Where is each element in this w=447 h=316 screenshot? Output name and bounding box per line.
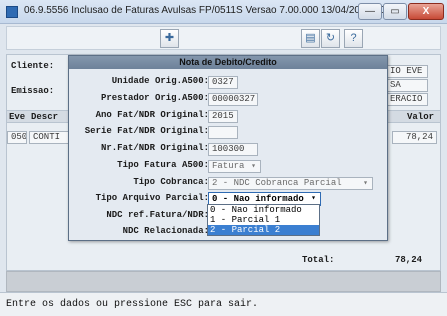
dropdown-option[interactable]: 0 - Nao informado [208, 205, 319, 215]
dialog-title: Nota de Debito/Credito [179, 57, 277, 67]
prestador-label: Prestador Orig.A500: [100, 93, 209, 103]
ano-field[interactable]: 2015 [208, 110, 238, 123]
ndc-rel-label: NDC Relacionada: [122, 226, 209, 236]
app-icon [6, 6, 18, 18]
emissao-label: Emissao: [11, 86, 55, 96]
right-field-eve: IO EVE [386, 65, 428, 78]
tipo-fatura-label: Tipo Fatura A500: [117, 160, 209, 170]
tipo-arquivo-value: 0 - Nao informado [212, 194, 304, 204]
cliente-label: Cliente: [11, 61, 55, 71]
new-icon[interactable]: ✚ [160, 29, 179, 48]
status-message: Entre os dados ou pressione ESC para sai… [6, 299, 259, 310]
ano-label: Ano Fat/NDR Original: [95, 110, 209, 120]
row-eve: 050 [7, 131, 27, 144]
tipo-cobranca-label: Tipo Cobranca: [133, 177, 209, 187]
total-value: 78,24 [395, 255, 423, 265]
col-eve: Eve [9, 112, 26, 122]
row-descr: CONTI [29, 131, 69, 144]
maximize-button[interactable]: ▭ [383, 3, 407, 20]
serie-label: Serie Fat/NDR Original: [84, 126, 209, 136]
total-label: Total: [302, 255, 335, 265]
ndc-ref-label: NDC ref.Fatura/NDR: [106, 210, 209, 220]
status-bar: Entre os dados ou pressione ESC para sai… [0, 292, 447, 316]
minimize-button[interactable]: — [358, 3, 382, 20]
tipo-fatura-value: Fatura [212, 161, 245, 171]
row-valor: 78,24 [392, 131, 437, 144]
tipo-cobranca-select[interactable]: 2 - NDC Cobranca Parcial ▾ [208, 177, 373, 190]
right-field-eracio: ERACIO [386, 93, 428, 106]
copy-icon[interactable]: ▤ [301, 29, 320, 48]
refresh-icon[interactable]: ↻ [321, 29, 340, 48]
serie-field[interactable] [208, 126, 238, 139]
col-valor: Valor [407, 112, 435, 122]
window-title: 06.9.5556 Inclusao de Faturas Avulsas FP… [24, 5, 406, 16]
chevron-down-icon: ▾ [251, 162, 256, 171]
nr-label: Nr.Fat/NDR Original: [100, 143, 209, 153]
right-field-sa: SA [386, 79, 428, 92]
close-button[interactable]: X [408, 3, 444, 20]
status-strip [6, 271, 441, 292]
tipo-arquivo-dropdown-list: 0 - Nao informado 1 - Parcial 1 2 - Parc… [207, 204, 320, 236]
toolbar: ✚ ▤ ↻ ? [6, 26, 441, 50]
unidade-label: Unidade Orig.A500: [111, 76, 209, 86]
chevron-down-icon: ▾ [363, 179, 368, 188]
dropdown-option[interactable]: 1 - Parcial 1 [208, 215, 319, 225]
window-titlebar: 06.9.5556 Inclusao de Faturas Avulsas FP… [0, 0, 447, 24]
nr-field[interactable]: 100300 [208, 143, 258, 156]
help-icon[interactable]: ? [344, 29, 363, 48]
dialog-header: Nota de Debito/Credito [69, 56, 387, 69]
tipo-cobranca-value: 2 - NDC Cobranca Parcial [212, 178, 342, 188]
prestador-field[interactable]: 00000327 [208, 93, 258, 106]
col-descr: Descr [31, 112, 59, 122]
tipo-arquivo-label: Tipo Arquivo Parcial: [95, 193, 209, 203]
tipo-fatura-select[interactable]: Fatura ▾ [208, 160, 261, 173]
unidade-field[interactable]: 0327 [208, 76, 238, 89]
dropdown-option-selected[interactable]: 2 - Parcial 2 [208, 225, 319, 235]
